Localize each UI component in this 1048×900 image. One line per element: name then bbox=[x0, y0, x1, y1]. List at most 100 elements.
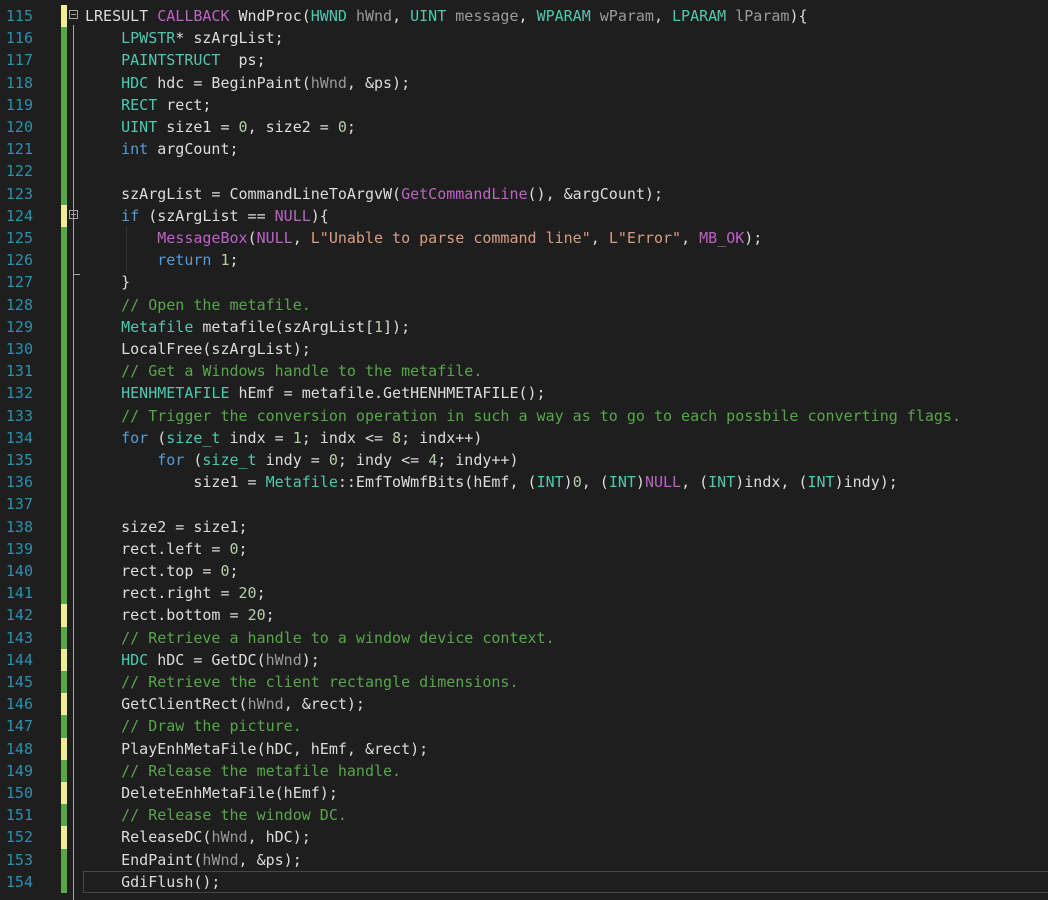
line-number: 152 bbox=[5, 828, 33, 847]
saved-change-marker bbox=[61, 293, 67, 316]
code-line[interactable]: 133 // Trigger the conversion operation … bbox=[0, 404, 1048, 427]
code-token: // Retrieve the client rectangle dimensi… bbox=[121, 673, 519, 691]
code-line[interactable]: 115 LRESULT CALLBACK WndProc(HWND hWnd, U… bbox=[0, 5, 1048, 28]
code-token: MessageBox bbox=[157, 229, 248, 247]
code-token: rect.left = bbox=[85, 539, 230, 558]
code-token: ]); bbox=[383, 317, 411, 336]
code-line[interactable]: 117 PAINTSTRUCT ps; bbox=[0, 49, 1048, 72]
code-line[interactable]: 147 // Draw the picture. bbox=[0, 715, 1048, 738]
code-token: // Open the metafile. bbox=[121, 295, 311, 314]
code-token: ); bbox=[744, 229, 763, 247]
code-token: DeleteEnhMetaFile(hEmf); bbox=[85, 784, 338, 802]
code-line[interactable]: 127 } bbox=[0, 271, 1048, 294]
code-line[interactable]: 118 HDC hdc = BeginPaint(hWnd, &ps); bbox=[0, 71, 1048, 94]
code-line[interactable]: 152 ReleaseDC(hWnd, hDC); bbox=[0, 826, 1048, 849]
code-token: message bbox=[455, 7, 519, 25]
code-line[interactable]: 121 int argCount; bbox=[0, 138, 1048, 161]
code-line[interactable]: 119 RECT rect; bbox=[0, 93, 1048, 116]
line-number: 136 bbox=[5, 473, 33, 492]
code-token: , &ps); bbox=[238, 850, 302, 869]
code-line[interactable]: 148 PlayEnhMetaFile(hDC, hEmf, &rect); bbox=[0, 737, 1048, 760]
code-line[interactable]: 130 LocalFree(szArgList); bbox=[0, 338, 1048, 361]
collapse-icon[interactable] bbox=[69, 10, 78, 19]
code-text: MessageBox(NULL, L"Unable to parse comma… bbox=[85, 227, 762, 249]
code-line[interactable]: 126 return 1; bbox=[0, 249, 1048, 272]
code-line[interactable]: 135 for (size_t indy = 0; indy <= 4; ind… bbox=[0, 449, 1048, 472]
code-editor[interactable]: 115 LRESULT CALLBACK WndProc(HWND hWnd, U… bbox=[0, 0, 1048, 900]
code-text: UINT size1 = 0, size2 = 0; bbox=[85, 116, 356, 138]
code-token: LocalFree(szArgList); bbox=[85, 340, 311, 358]
code-line[interactable]: 132 HENHMETAFILE hEmf = metafile.GetHENH… bbox=[0, 382, 1048, 405]
code-line[interactable]: 139 rect.left = 0; bbox=[0, 537, 1048, 560]
code-token: // Retrieve a handle to a window device … bbox=[121, 628, 555, 647]
code-line[interactable]: 145 // Retrieve the client rectangle dim… bbox=[0, 671, 1048, 694]
code-line[interactable]: 141 rect.right = 20; bbox=[0, 582, 1048, 605]
code-line[interactable]: 150 DeleteEnhMetaFile(hEmf); bbox=[0, 782, 1048, 805]
code-line[interactable]: 151 // Release the window DC. bbox=[0, 804, 1048, 827]
code-token: L"Error" bbox=[608, 229, 682, 247]
code-line[interactable]: 149 // Release the metafile handle. bbox=[0, 759, 1048, 782]
code-token: 20 bbox=[238, 584, 257, 603]
code-line[interactable]: 124 if (szArgList == NULL){ bbox=[0, 204, 1048, 227]
line-number: 128 bbox=[5, 295, 33, 314]
code-line[interactable]: 128 // Open the metafile. bbox=[0, 293, 1048, 316]
line-number: 117 bbox=[5, 51, 33, 70]
code-token: NULL bbox=[644, 473, 682, 492]
code-line[interactable]: 116 LPWSTR* szArgList; bbox=[0, 27, 1048, 50]
code-token: size2 = size1; bbox=[85, 517, 248, 536]
code-token: INT bbox=[807, 473, 835, 492]
saved-change-marker bbox=[61, 71, 67, 94]
indent-guide bbox=[126, 227, 127, 272]
code-token: szArgList = CommandLineToArgvW( bbox=[85, 184, 402, 203]
code-token: hWnd bbox=[202, 850, 239, 869]
code-line[interactable]: 137 bbox=[0, 493, 1048, 516]
code-token: ) bbox=[563, 473, 573, 492]
code-line[interactable]: 143 // Retrieve a handle to a window dev… bbox=[0, 626, 1048, 649]
code-line[interactable]: 122 bbox=[0, 160, 1048, 183]
code-line[interactable]: 129 Metafile metafile(szArgList[1]); bbox=[0, 315, 1048, 338]
code-line[interactable]: 131 // Get a Windows handle to the metaf… bbox=[0, 360, 1048, 383]
code-token: UINT bbox=[121, 118, 158, 136]
code-token: hdc = BeginPaint( bbox=[148, 73, 311, 92]
code-line[interactable]: 140 rect.top = 0; bbox=[0, 560, 1048, 583]
saved-change-marker bbox=[61, 671, 67, 694]
code-line[interactable]: 146 GetClientRect(hWnd, &rect); bbox=[0, 693, 1048, 716]
code-text: // Retrieve a handle to a window device … bbox=[85, 627, 555, 649]
code-token: hEmf = metafile.GetHENHMETAFILE(); bbox=[229, 384, 546, 403]
code-token: ){ bbox=[310, 206, 329, 225]
code-line[interactable]: 134 for (size_t indx = 1; indx <= 8; ind… bbox=[0, 426, 1048, 449]
code-line[interactable]: 136 size1 = Metafile::EmfToWmfBits(hEmf,… bbox=[0, 471, 1048, 494]
unsaved-change-marker bbox=[61, 604, 67, 627]
line-number: 138 bbox=[5, 517, 33, 536]
saved-change-marker bbox=[61, 116, 67, 139]
code-token: , hDC); bbox=[247, 828, 311, 847]
code-line[interactable]: 123 szArgList = CommandLineToArgvW(GetCo… bbox=[0, 182, 1048, 205]
code-line[interactable]: 144 HDC hDC = GetDC(hWnd); bbox=[0, 648, 1048, 671]
code-line[interactable]: 120 UINT size1 = 0, size2 = 0; bbox=[0, 116, 1048, 139]
code-token: , bbox=[518, 7, 537, 25]
code-line[interactable]: 142 rect.bottom = 20; bbox=[0, 604, 1048, 627]
saved-change-marker bbox=[61, 582, 67, 605]
code-line[interactable]: 125 MessageBox(NULL, L"Unable to parse c… bbox=[0, 227, 1048, 250]
code-token: 20 bbox=[247, 606, 266, 625]
line-number: 153 bbox=[5, 850, 33, 869]
saved-change-marker bbox=[61, 870, 67, 893]
code-token: Metafile bbox=[121, 317, 194, 336]
line-number: 116 bbox=[5, 29, 33, 48]
code-text: PAINTSTRUCT ps; bbox=[85, 49, 266, 71]
unsaved-change-marker bbox=[61, 826, 67, 849]
code-token: int bbox=[121, 140, 149, 159]
saved-change-marker bbox=[61, 360, 67, 383]
code-token: , bbox=[681, 229, 700, 247]
code-token: , bbox=[292, 229, 311, 247]
saved-change-marker bbox=[61, 49, 67, 72]
code-token: ; bbox=[256, 584, 266, 603]
saved-change-marker bbox=[61, 426, 67, 449]
code-line[interactable]: 138 size2 = size1; bbox=[0, 515, 1048, 538]
code-line[interactable]: 153 EndPaint(hWnd, &ps); bbox=[0, 848, 1048, 871]
